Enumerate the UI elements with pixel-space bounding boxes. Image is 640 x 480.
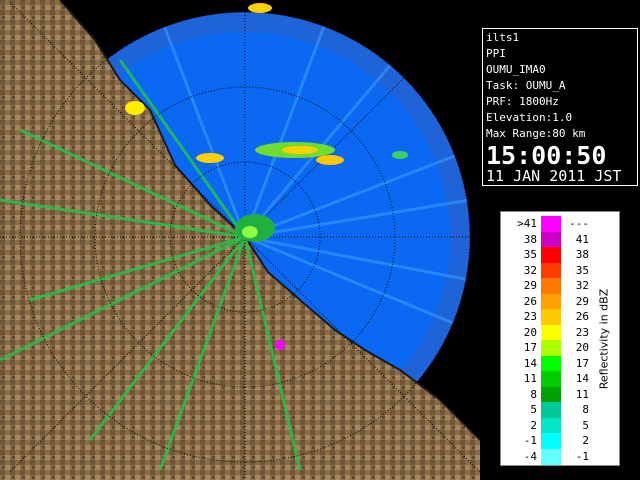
legend-lower-bound: 32	[523, 263, 537, 277]
legend-lower-bound: 5	[530, 403, 537, 416]
legend-lower-bound: 2	[530, 418, 537, 432]
legend-color-swatch	[541, 448, 561, 465]
legend-upper-bound: 5	[582, 418, 589, 432]
legend-upper-bound: 23	[575, 325, 589, 339]
legend-lower-bound: 8	[530, 387, 537, 401]
task-name: Task: OUMU_A	[486, 79, 566, 92]
max-range-value: Max Range:80 km	[486, 127, 586, 140]
legend-lower-bound: 29	[523, 279, 537, 292]
legend-upper-bound: 41	[575, 232, 589, 246]
prf-value: PRF: 1800Hz	[486, 95, 559, 108]
legend-upper-bound: -1	[575, 449, 589, 463]
legend-color-swatch	[541, 262, 561, 279]
legend-color-swatch	[541, 340, 561, 356]
legend-upper-bound: 2	[582, 434, 589, 447]
legend-upper-bound: 32	[575, 279, 589, 292]
radar-viewer: ilts1 PPI OUMU_IMA0 Task: OUMU_A PRF: 18…	[0, 0, 640, 480]
legend-color-swatch	[541, 433, 561, 449]
legend-color-swatch	[541, 278, 561, 294]
legend-lower-bound: 17	[523, 341, 537, 354]
legend-color-swatch	[541, 355, 561, 372]
legend-upper-bound: 20	[575, 341, 589, 354]
legend-lower-bound: 14	[523, 356, 537, 370]
legend-lower-bound: 35	[523, 248, 537, 261]
scan-info-panel: ilts1 PPI OUMU_IMA0 Task: OUMU_A PRF: 18…	[482, 28, 638, 186]
legend-upper-bound: 8	[582, 403, 589, 416]
scan-type: PPI	[486, 47, 506, 60]
legend-color-swatch	[541, 216, 561, 232]
legend-lower-bound: 11	[523, 372, 537, 385]
legend-color-swatch	[541, 247, 561, 263]
legend-upper-bound: 38	[575, 248, 589, 261]
scan-date: 11 JAN 2011 JST	[486, 167, 622, 185]
legend-upper-bound: 17	[575, 356, 589, 370]
legend-lower-bound: >41	[517, 217, 537, 230]
scan-time: 15:00:50	[486, 141, 607, 170]
radar-ppi-display[interactable]	[0, 0, 480, 480]
legend-lower-bound: -1	[523, 434, 537, 447]
legend-upper-bound: 35	[575, 263, 589, 277]
legend-lower-bound: 38	[523, 232, 537, 246]
legend-lower-bound: 20	[523, 325, 537, 339]
legend-color-swatch	[541, 371, 561, 387]
site-name: ilts1	[486, 31, 520, 44]
legend-color-swatch	[541, 386, 561, 403]
reflectivity-legend: >41 --- 38 41 35 38 32 35 29 32 26 29 23 26 20 23 17 20 14…	[500, 211, 620, 466]
legend-upper-bound: 11	[575, 387, 589, 401]
legend-upper-bound: 14	[575, 372, 589, 385]
legend-upper-bound: 29	[575, 294, 589, 308]
legend-color-swatch	[541, 231, 561, 248]
legend-color-swatch	[541, 309, 561, 325]
legend-color-swatch	[541, 417, 561, 434]
legend-upper-bound: ---	[569, 217, 589, 230]
legend-lower-bound: 23	[523, 310, 537, 323]
legend-lower-bound: -4	[523, 449, 537, 463]
legend-color-swatch	[541, 402, 561, 418]
legend-color-swatch	[541, 324, 561, 341]
legend-upper-bound: 26	[575, 310, 589, 323]
legend-lower-bound: 26	[523, 294, 537, 308]
elevation-value: Elevation:1.0	[486, 111, 573, 124]
legend-title: Reflectivity in dBZ	[597, 288, 611, 389]
product-name: OUMU_IMA0	[486, 63, 546, 76]
legend-color-swatch	[541, 293, 561, 310]
